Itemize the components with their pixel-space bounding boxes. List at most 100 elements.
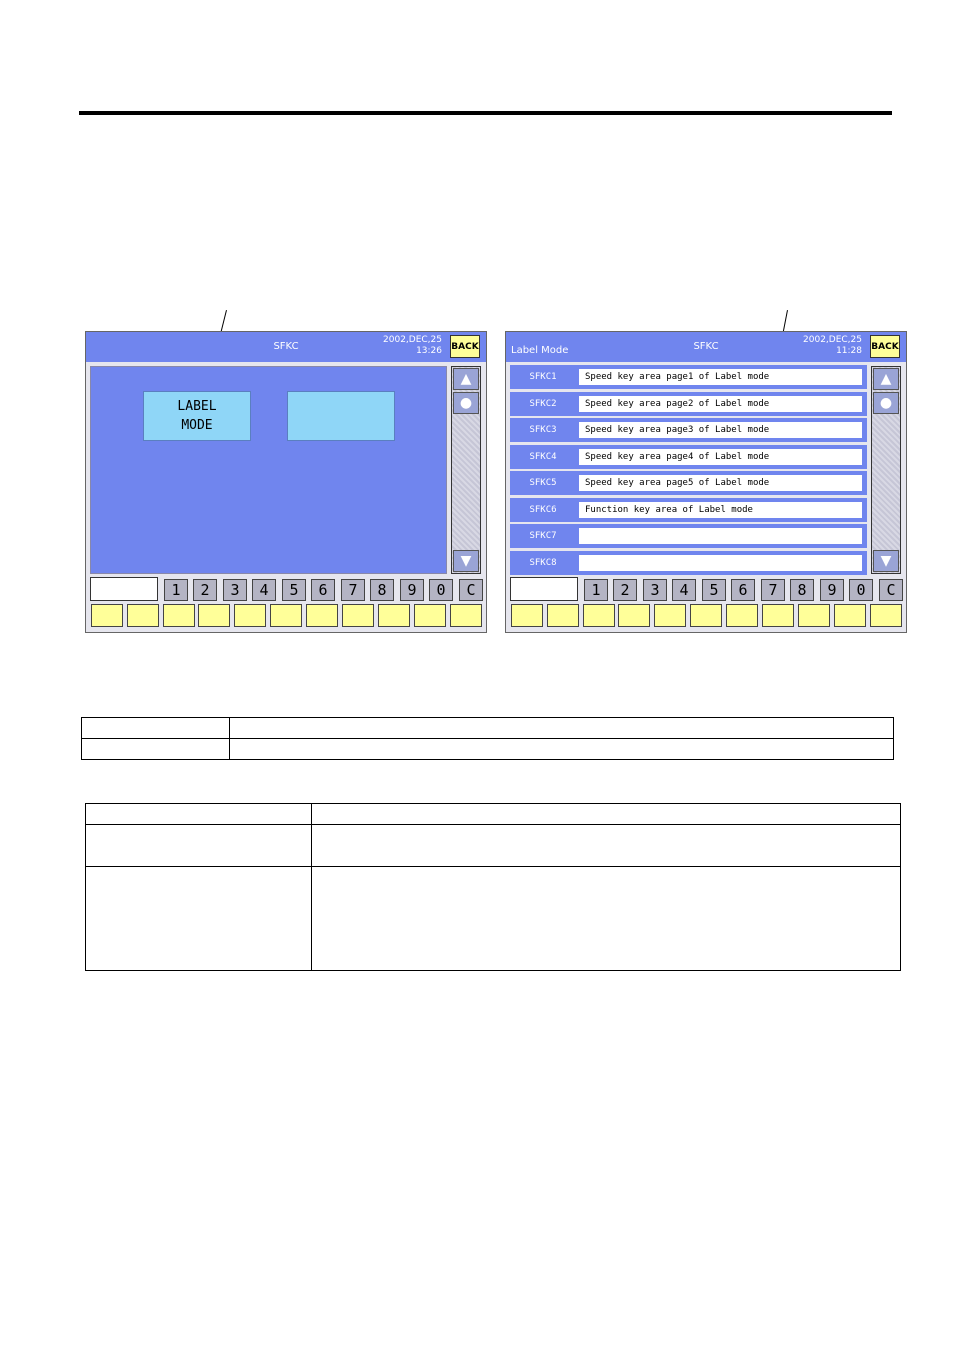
key-6[interactable]: 6	[731, 579, 755, 601]
function-key[interactable]	[270, 604, 302, 627]
row-text[interactable]: Speed key area page4 of Label mode	[578, 447, 863, 466]
menu-panel: LABEL MODE	[90, 366, 447, 574]
numeric-input[interactable]	[90, 577, 158, 601]
row-text[interactable]: Speed key area page1 of Label mode	[578, 368, 863, 386]
date: 2002,DEC,25	[383, 335, 442, 345]
key-9[interactable]: 9	[820, 579, 844, 601]
screen-sfkc-menu: SFKC 2002,DEC,25 13:26 BACK LABEL MODE ▲…	[85, 331, 487, 633]
list-item[interactable]: SFKC1 Speed key area page1 of Label mode	[510, 365, 867, 389]
key-8[interactable]: 8	[790, 579, 814, 601]
row-code: SFKC6	[529, 504, 557, 515]
key-2[interactable]: 2	[193, 579, 217, 601]
key-4[interactable]: 4	[672, 579, 696, 601]
list-item[interactable]: SFKC5 Speed key area page5 of Label mode	[510, 471, 867, 495]
back-button[interactable]: BACK	[450, 335, 480, 358]
function-key[interactable]	[870, 604, 902, 627]
function-key[interactable]	[234, 604, 266, 627]
key-3[interactable]: 3	[643, 579, 667, 601]
date: 2002,DEC,25	[803, 335, 862, 345]
function-key[interactable]	[306, 604, 338, 627]
table-row	[85, 824, 901, 867]
numeric-input[interactable]	[510, 577, 578, 601]
up-arrow-icon: ▲	[460, 371, 472, 387]
title-bar: SFKC 2002,DEC,25 13:26 BACK	[86, 332, 486, 362]
table-row	[85, 803, 901, 825]
key-3[interactable]: 3	[223, 579, 247, 601]
key-9[interactable]: 9	[400, 579, 424, 601]
key-1[interactable]: 1	[584, 579, 608, 601]
table-cell	[81, 717, 230, 739]
function-key[interactable]	[342, 604, 374, 627]
circle-icon: ●	[879, 395, 893, 411]
list-item[interactable]: SFKC6 Function key area of Label mode	[510, 497, 867, 522]
row-text[interactable]: Speed key area page5 of Label mode	[578, 474, 863, 492]
table-cell	[81, 738, 230, 760]
list-item[interactable]: SFKC4 Speed key area page4 of Label mode	[510, 444, 867, 469]
key-1[interactable]: 1	[164, 579, 188, 601]
function-key[interactable]	[834, 604, 866, 627]
key-5[interactable]: 5	[282, 579, 306, 601]
function-key[interactable]	[127, 604, 159, 627]
function-key[interactable]	[798, 604, 830, 627]
table-cell	[85, 866, 312, 971]
row-text[interactable]: Function key area of Label mode	[578, 500, 863, 519]
back-button[interactable]: BACK	[870, 335, 900, 358]
scroll-down-button[interactable]: ▼	[453, 550, 479, 572]
scroll-up-button[interactable]: ▲	[873, 368, 899, 390]
scrollbar[interactable]: ▲ ● ▼	[451, 366, 481, 574]
function-key[interactable]	[91, 604, 123, 627]
empty-mode-button[interactable]	[287, 391, 395, 441]
list-item[interactable]: SFKC2 Speed key area page2 of Label mode	[510, 391, 867, 416]
scroll-down-button[interactable]: ▼	[873, 550, 899, 572]
function-key[interactable]	[690, 604, 722, 627]
info-table-2	[85, 803, 901, 971]
key-8[interactable]: 8	[370, 579, 394, 601]
row-text[interactable]: Speed key area page2 of Label mode	[578, 394, 863, 413]
key-6[interactable]: 6	[311, 579, 335, 601]
date-time: 2002,DEC,25 13:26	[383, 335, 442, 357]
key-7[interactable]: 7	[341, 579, 365, 601]
scroll-thumb[interactable]: ●	[873, 392, 899, 414]
function-key[interactable]	[726, 604, 758, 627]
list-item[interactable]: SFKC3 Speed key area page3 of Label mode	[510, 418, 867, 442]
key-5[interactable]: 5	[702, 579, 726, 601]
function-key[interactable]	[450, 604, 482, 627]
table-cell	[311, 824, 901, 867]
table-cell	[85, 824, 312, 867]
function-key[interactable]	[414, 604, 446, 627]
row-code: SFKC2	[529, 398, 557, 409]
key-clear[interactable]: C	[459, 579, 483, 601]
key-clear[interactable]: C	[879, 579, 903, 601]
function-key[interactable]	[198, 604, 230, 627]
key-4[interactable]: 4	[252, 579, 276, 601]
up-arrow-icon: ▲	[880, 371, 892, 387]
function-key[interactable]	[654, 604, 686, 627]
key-2[interactable]: 2	[613, 579, 637, 601]
scroll-up-button[interactable]: ▲	[453, 368, 479, 390]
label-mode-button[interactable]: LABEL MODE	[143, 391, 251, 441]
circle-icon: ●	[459, 395, 473, 411]
key-0[interactable]: 0	[849, 579, 873, 601]
row-text[interactable]: Speed key area page3 of Label mode	[578, 421, 863, 439]
function-key[interactable]	[547, 604, 579, 627]
list-item[interactable]: SFKC7	[510, 524, 867, 548]
key-0[interactable]: 0	[429, 579, 453, 601]
function-key[interactable]	[511, 604, 543, 627]
table-cell	[311, 803, 901, 825]
function-key[interactable]	[163, 604, 195, 627]
key-7[interactable]: 7	[761, 579, 785, 601]
info-table-1	[81, 717, 894, 760]
title-bar: Label Mode SFKC 2002,DEC,25 11:28 BACK	[506, 332, 906, 362]
scrollbar[interactable]: ▲ ● ▼	[871, 366, 901, 574]
row-text[interactable]	[578, 553, 863, 572]
scroll-thumb[interactable]: ●	[453, 392, 479, 414]
table-cell	[311, 866, 901, 971]
screen-sfkc-label-mode: Label Mode SFKC 2002,DEC,25 11:28 BACK S…	[505, 331, 907, 633]
function-key[interactable]	[378, 604, 410, 627]
row-text[interactable]	[578, 527, 863, 545]
list-item[interactable]: SFKC8	[510, 550, 867, 575]
table-row	[81, 717, 894, 739]
function-key[interactable]	[618, 604, 650, 627]
function-key[interactable]	[762, 604, 794, 627]
function-key[interactable]	[583, 604, 615, 627]
